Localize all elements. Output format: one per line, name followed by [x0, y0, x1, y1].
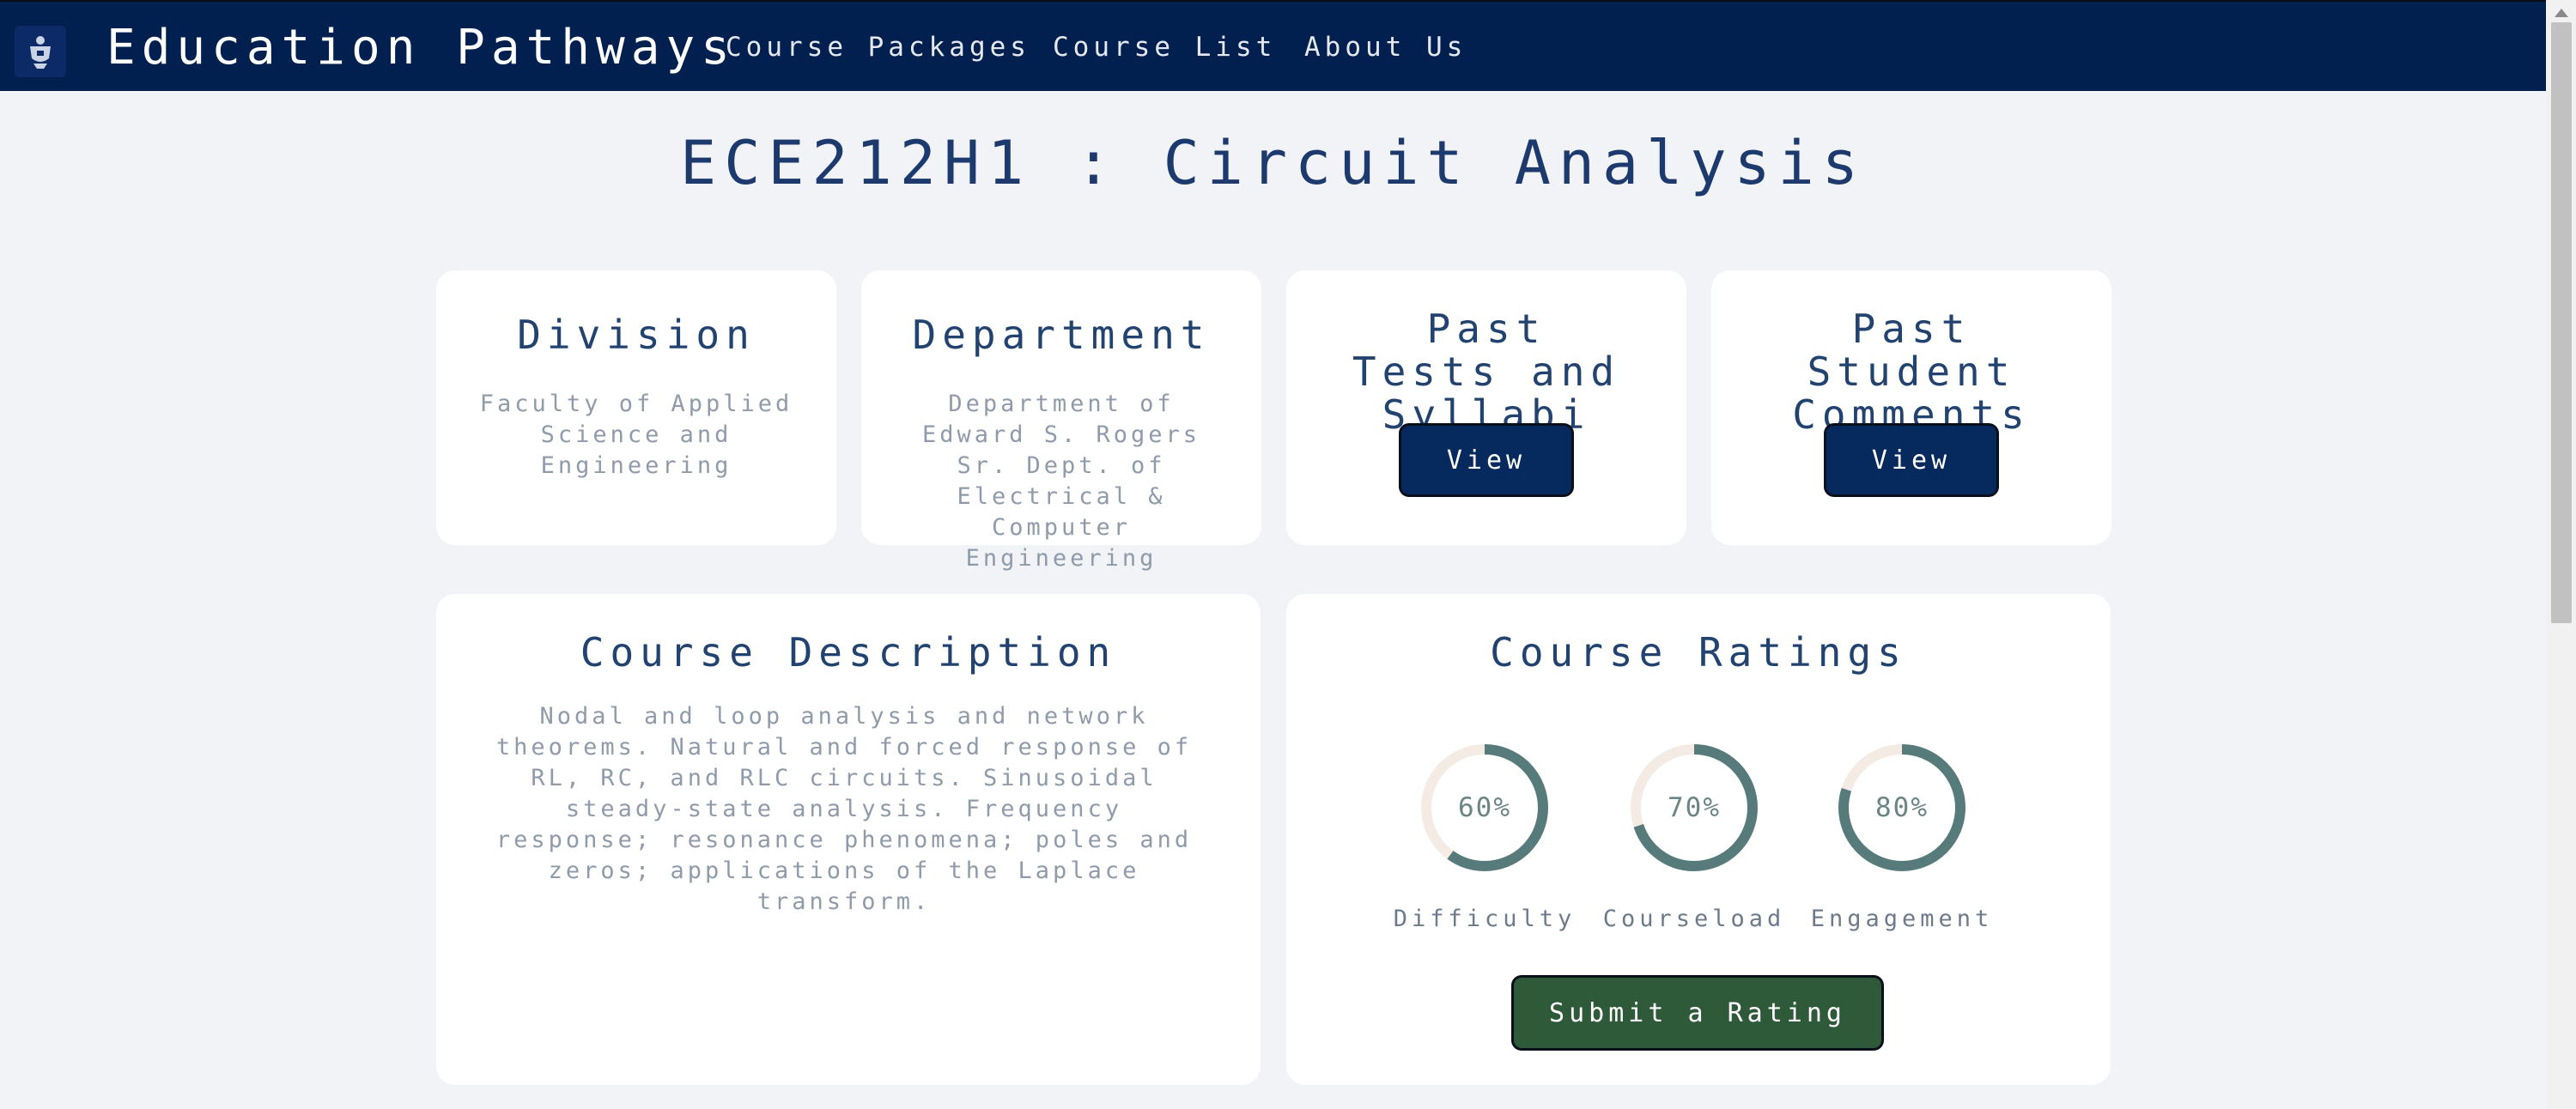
submit-rating-button[interactable]: Submit a Rating	[1511, 975, 1884, 1051]
past-tests-view-button[interactable]: View	[1399, 423, 1574, 497]
division-card: Division Faculty of Applied Science and …	[436, 270, 836, 545]
past-comments-card: Past Student Comments View	[1711, 270, 2111, 545]
past-comments-view-button[interactable]: View	[1824, 423, 1999, 497]
course-description-heading: Course Description	[580, 629, 1117, 676]
difficulty-rating-value: 60%	[1458, 792, 1511, 823]
past-tests-heading: Past Tests and Syllabi	[1352, 306, 1621, 438]
department-value: Department of Edward S. Rogers Sr. Dept.…	[921, 391, 1201, 572]
courseload-rating-value: 70%	[1668, 792, 1721, 823]
course-description-text: Nodal and loop analysis and network theo…	[495, 703, 1193, 915]
department-card: Department Department of Edward S. Roger…	[861, 270, 1261, 572]
difficulty-rating-ring: 60%	[1419, 742, 1551, 874]
engagement-rating-value: 80%	[1875, 792, 1929, 823]
courseload-label: Courseload	[1602, 906, 1786, 932]
scroll-up-arrow-icon[interactable]	[2555, 9, 2568, 17]
nav-course-packages[interactable]: Course Packages	[726, 27, 1030, 67]
division-heading: Division	[517, 312, 756, 358]
courseload-rating-ring: 70%	[1628, 742, 1760, 874]
division-value: Faculty of Applied Science and Engineeri…	[479, 391, 793, 479]
difficulty-label: Difficulty	[1393, 906, 1577, 932]
course-ratings-heading: Course Ratings	[1490, 629, 1907, 676]
nav-course-list[interactable]: Course List	[1053, 27, 1276, 67]
past-comments-heading: Past Student Comments	[1792, 306, 2031, 438]
scroll-thumb[interactable]	[2551, 22, 2572, 623]
top-navbar: Education Pathways Course Packages Cours…	[0, 0, 2546, 91]
engagement-label: Engagement	[1810, 906, 1994, 932]
department-heading: Department	[912, 312, 1211, 358]
past-tests-card: Past Tests and Syllabi View	[1286, 270, 1686, 545]
vertical-scrollbar[interactable]	[2546, 0, 2576, 1109]
university-crest-icon[interactable]	[15, 26, 66, 77]
engagement-rating-ring: 80%	[1836, 742, 1968, 874]
course-description-card: Course Description Nodal and loop analys…	[436, 594, 1261, 1085]
course-title: ECE212H1 : Circuit Analysis	[680, 128, 1866, 198]
site-title[interactable]: Education Pathways	[106, 17, 736, 79]
nav-about-us[interactable]: About Us	[1304, 27, 1467, 67]
